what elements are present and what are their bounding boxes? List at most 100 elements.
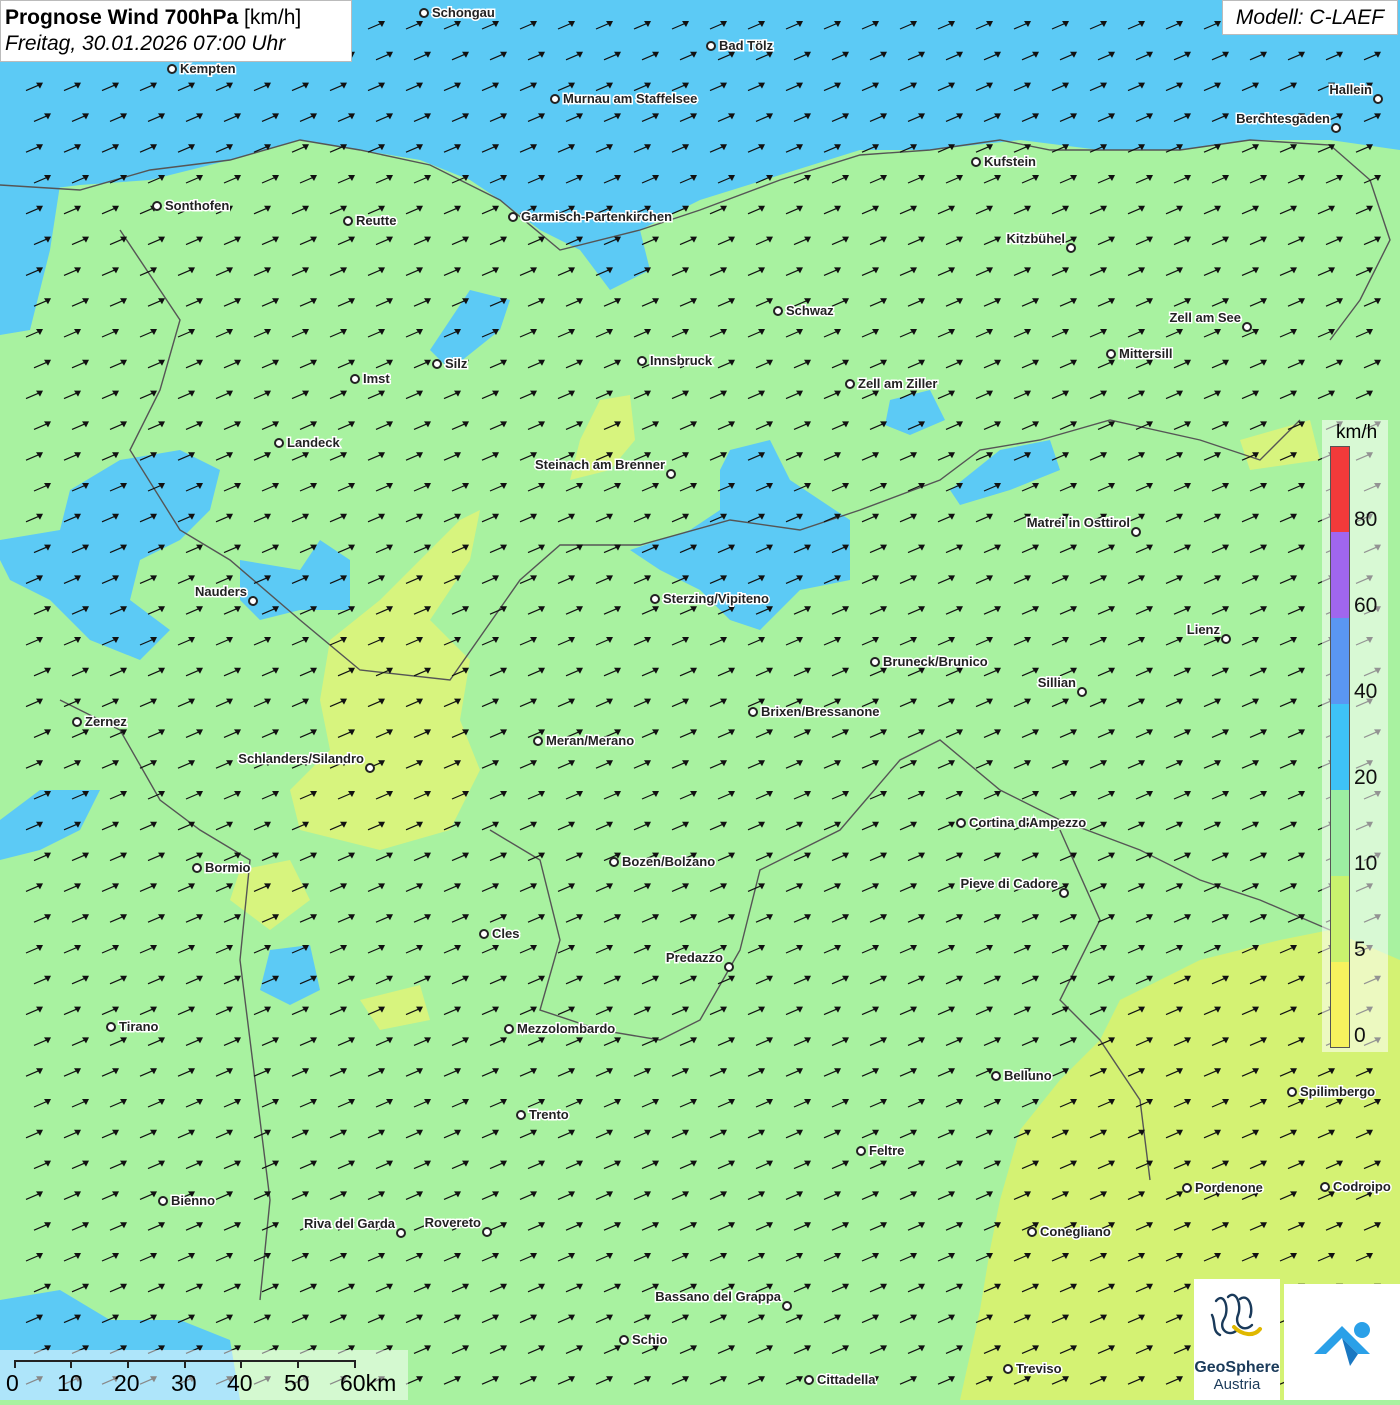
legend-seg-cyan bbox=[1330, 704, 1350, 790]
city-marker[interactable]: Garmisch-Partenkirchen bbox=[508, 208, 674, 226]
city-label: Bormio bbox=[205, 860, 251, 875]
city-label: Zernez bbox=[85, 714, 127, 729]
legend-tick-20: 20 bbox=[1354, 766, 1378, 789]
scale-label-30: 30 bbox=[171, 1370, 197, 1396]
city-dot bbox=[748, 707, 758, 717]
city-marker[interactable]: Mezzolombardo bbox=[504, 1020, 617, 1038]
scale-tick bbox=[354, 1360, 356, 1368]
city-label: Mezzolombardo bbox=[517, 1021, 615, 1036]
city-label: Mittersill bbox=[1119, 346, 1172, 361]
city-label: Sillian bbox=[1038, 675, 1076, 690]
legend-seg-purple bbox=[1330, 532, 1350, 618]
forecast-datetime: Freitag, 30.01.2026 07:00 Uhr bbox=[5, 32, 286, 55]
city-marker[interactable]: Murnau am Staffelsee bbox=[550, 90, 699, 108]
city-label: Pieve di Cadore bbox=[960, 876, 1058, 891]
city-label: Belluno bbox=[1004, 1068, 1052, 1083]
city-dot bbox=[482, 1227, 492, 1237]
city-dot bbox=[479, 929, 489, 939]
city-marker[interactable]: Schongau bbox=[419, 4, 496, 22]
legend-tick-10: 10 bbox=[1354, 852, 1378, 875]
city-marker[interactable]: Sonthofen bbox=[152, 197, 231, 215]
scale-label-0: 0 bbox=[6, 1370, 19, 1396]
city-marker[interactable]: Bozen/Bolzano bbox=[609, 853, 717, 871]
geosphere-logo-line1: GeoSphere bbox=[1194, 1359, 1280, 1376]
city-dot bbox=[1106, 349, 1116, 359]
city-dot bbox=[1331, 123, 1341, 133]
city-label: Treviso bbox=[1016, 1361, 1062, 1376]
city-label: Cittadella bbox=[817, 1372, 876, 1387]
scale-tick bbox=[297, 1360, 299, 1368]
city-dot bbox=[1003, 1364, 1013, 1374]
city-label: Kitzbühel bbox=[1007, 231, 1066, 246]
city-label: Schwaz bbox=[786, 303, 834, 318]
city-label: Brixen/Bressanone bbox=[761, 704, 880, 719]
city-label: Steinach am Brenner bbox=[535, 457, 665, 472]
city-marker[interactable]: Meran/Merano bbox=[533, 732, 636, 750]
scale-label-40: 40 bbox=[227, 1370, 253, 1396]
city-marker[interactable]: Pordenone bbox=[1182, 1179, 1264, 1197]
title-text: Prognose Wind 700hPa bbox=[5, 6, 239, 29]
city-label: Rovereto bbox=[425, 1215, 481, 1230]
city-marker[interactable]: Zell am Ziller bbox=[845, 375, 939, 393]
city-label: Pordenone bbox=[1195, 1180, 1263, 1195]
wind-map[interactable]: Schongau Bad Tölz Kempten Murnau am Staffel… bbox=[0, 0, 1400, 1400]
city-dot bbox=[343, 216, 353, 226]
city-marker[interactable]: Cortina d'Ampezzo bbox=[956, 814, 1088, 832]
city-dot bbox=[1131, 527, 1141, 537]
city-marker[interactable]: Innsbruck bbox=[637, 352, 714, 370]
city-label: Predazzo bbox=[666, 950, 723, 965]
city-dot bbox=[274, 438, 284, 448]
legend-seg-red bbox=[1330, 446, 1350, 532]
city-dot bbox=[396, 1228, 406, 1238]
city-marker[interactable]: Spilimbergo bbox=[1287, 1083, 1377, 1101]
city-label: Nauders bbox=[195, 584, 247, 599]
city-dot bbox=[72, 717, 82, 727]
scale-label-50: 50 bbox=[284, 1370, 310, 1396]
city-label: Feltre bbox=[869, 1143, 904, 1158]
legend-seg-lime bbox=[1330, 876, 1350, 962]
city-label: Codroipo bbox=[1333, 1179, 1391, 1194]
city-dot bbox=[856, 1146, 866, 1156]
city-label: Sonthofen bbox=[165, 198, 229, 213]
legend-tick-60: 60 bbox=[1354, 594, 1378, 617]
city-marker[interactable]: Bruneck/Brunico bbox=[870, 653, 989, 671]
city-label: Murnau am Staffelsee bbox=[563, 91, 697, 106]
legend-seg-yellow bbox=[1330, 962, 1350, 1048]
city-label: Trento bbox=[529, 1107, 569, 1122]
city-dot bbox=[365, 763, 375, 773]
city-label: Kempten bbox=[180, 61, 236, 76]
legend-tick-5: 5 bbox=[1354, 938, 1366, 961]
city-dot bbox=[1320, 1182, 1330, 1192]
app-logo[interactable] bbox=[1284, 1284, 1400, 1400]
city-label: Meran/Merano bbox=[546, 733, 634, 748]
city-label: Spilimbergo bbox=[1300, 1084, 1375, 1099]
city-dot bbox=[167, 64, 177, 74]
city-dot bbox=[724, 962, 734, 972]
city-dot bbox=[991, 1071, 1001, 1081]
city-label: Zell am Ziller bbox=[858, 376, 937, 391]
scale-label-10: 10 bbox=[57, 1370, 83, 1396]
city-label: Zell am See bbox=[1169, 310, 1241, 325]
city-label: Bozen/Bolzano bbox=[622, 854, 715, 869]
city-marker[interactable]: Sterzing/Vipiteno bbox=[650, 590, 770, 608]
city-dot bbox=[432, 359, 442, 369]
city-label: Imst bbox=[363, 371, 390, 386]
geosphere-logo[interactable]: GeoSphere Austria bbox=[1194, 1279, 1280, 1400]
city-marker[interactable]: Conegliano bbox=[1027, 1223, 1112, 1241]
geosphere-logo-icon bbox=[1210, 1293, 1262, 1337]
city-dot bbox=[845, 379, 855, 389]
legend-tick-0: 0 bbox=[1354, 1024, 1366, 1047]
city-marker[interactable]: Brixen/Bressanone bbox=[748, 703, 881, 721]
city-label: Schio bbox=[632, 1332, 667, 1347]
city-label: Innsbruck bbox=[650, 353, 713, 368]
model-label: Modell: C-LAEF bbox=[1222, 0, 1398, 35]
city-dot bbox=[419, 8, 429, 18]
legend-seg-green bbox=[1330, 790, 1350, 876]
city-dot bbox=[248, 596, 258, 606]
city-dot bbox=[516, 1110, 526, 1120]
city-label: Kufstein bbox=[984, 154, 1036, 169]
scale-label-60km: 60km bbox=[340, 1370, 397, 1396]
city-label: Matrei in Osttirol bbox=[1027, 515, 1130, 530]
city-label: Lienz bbox=[1187, 622, 1221, 637]
city-dot bbox=[782, 1301, 792, 1311]
